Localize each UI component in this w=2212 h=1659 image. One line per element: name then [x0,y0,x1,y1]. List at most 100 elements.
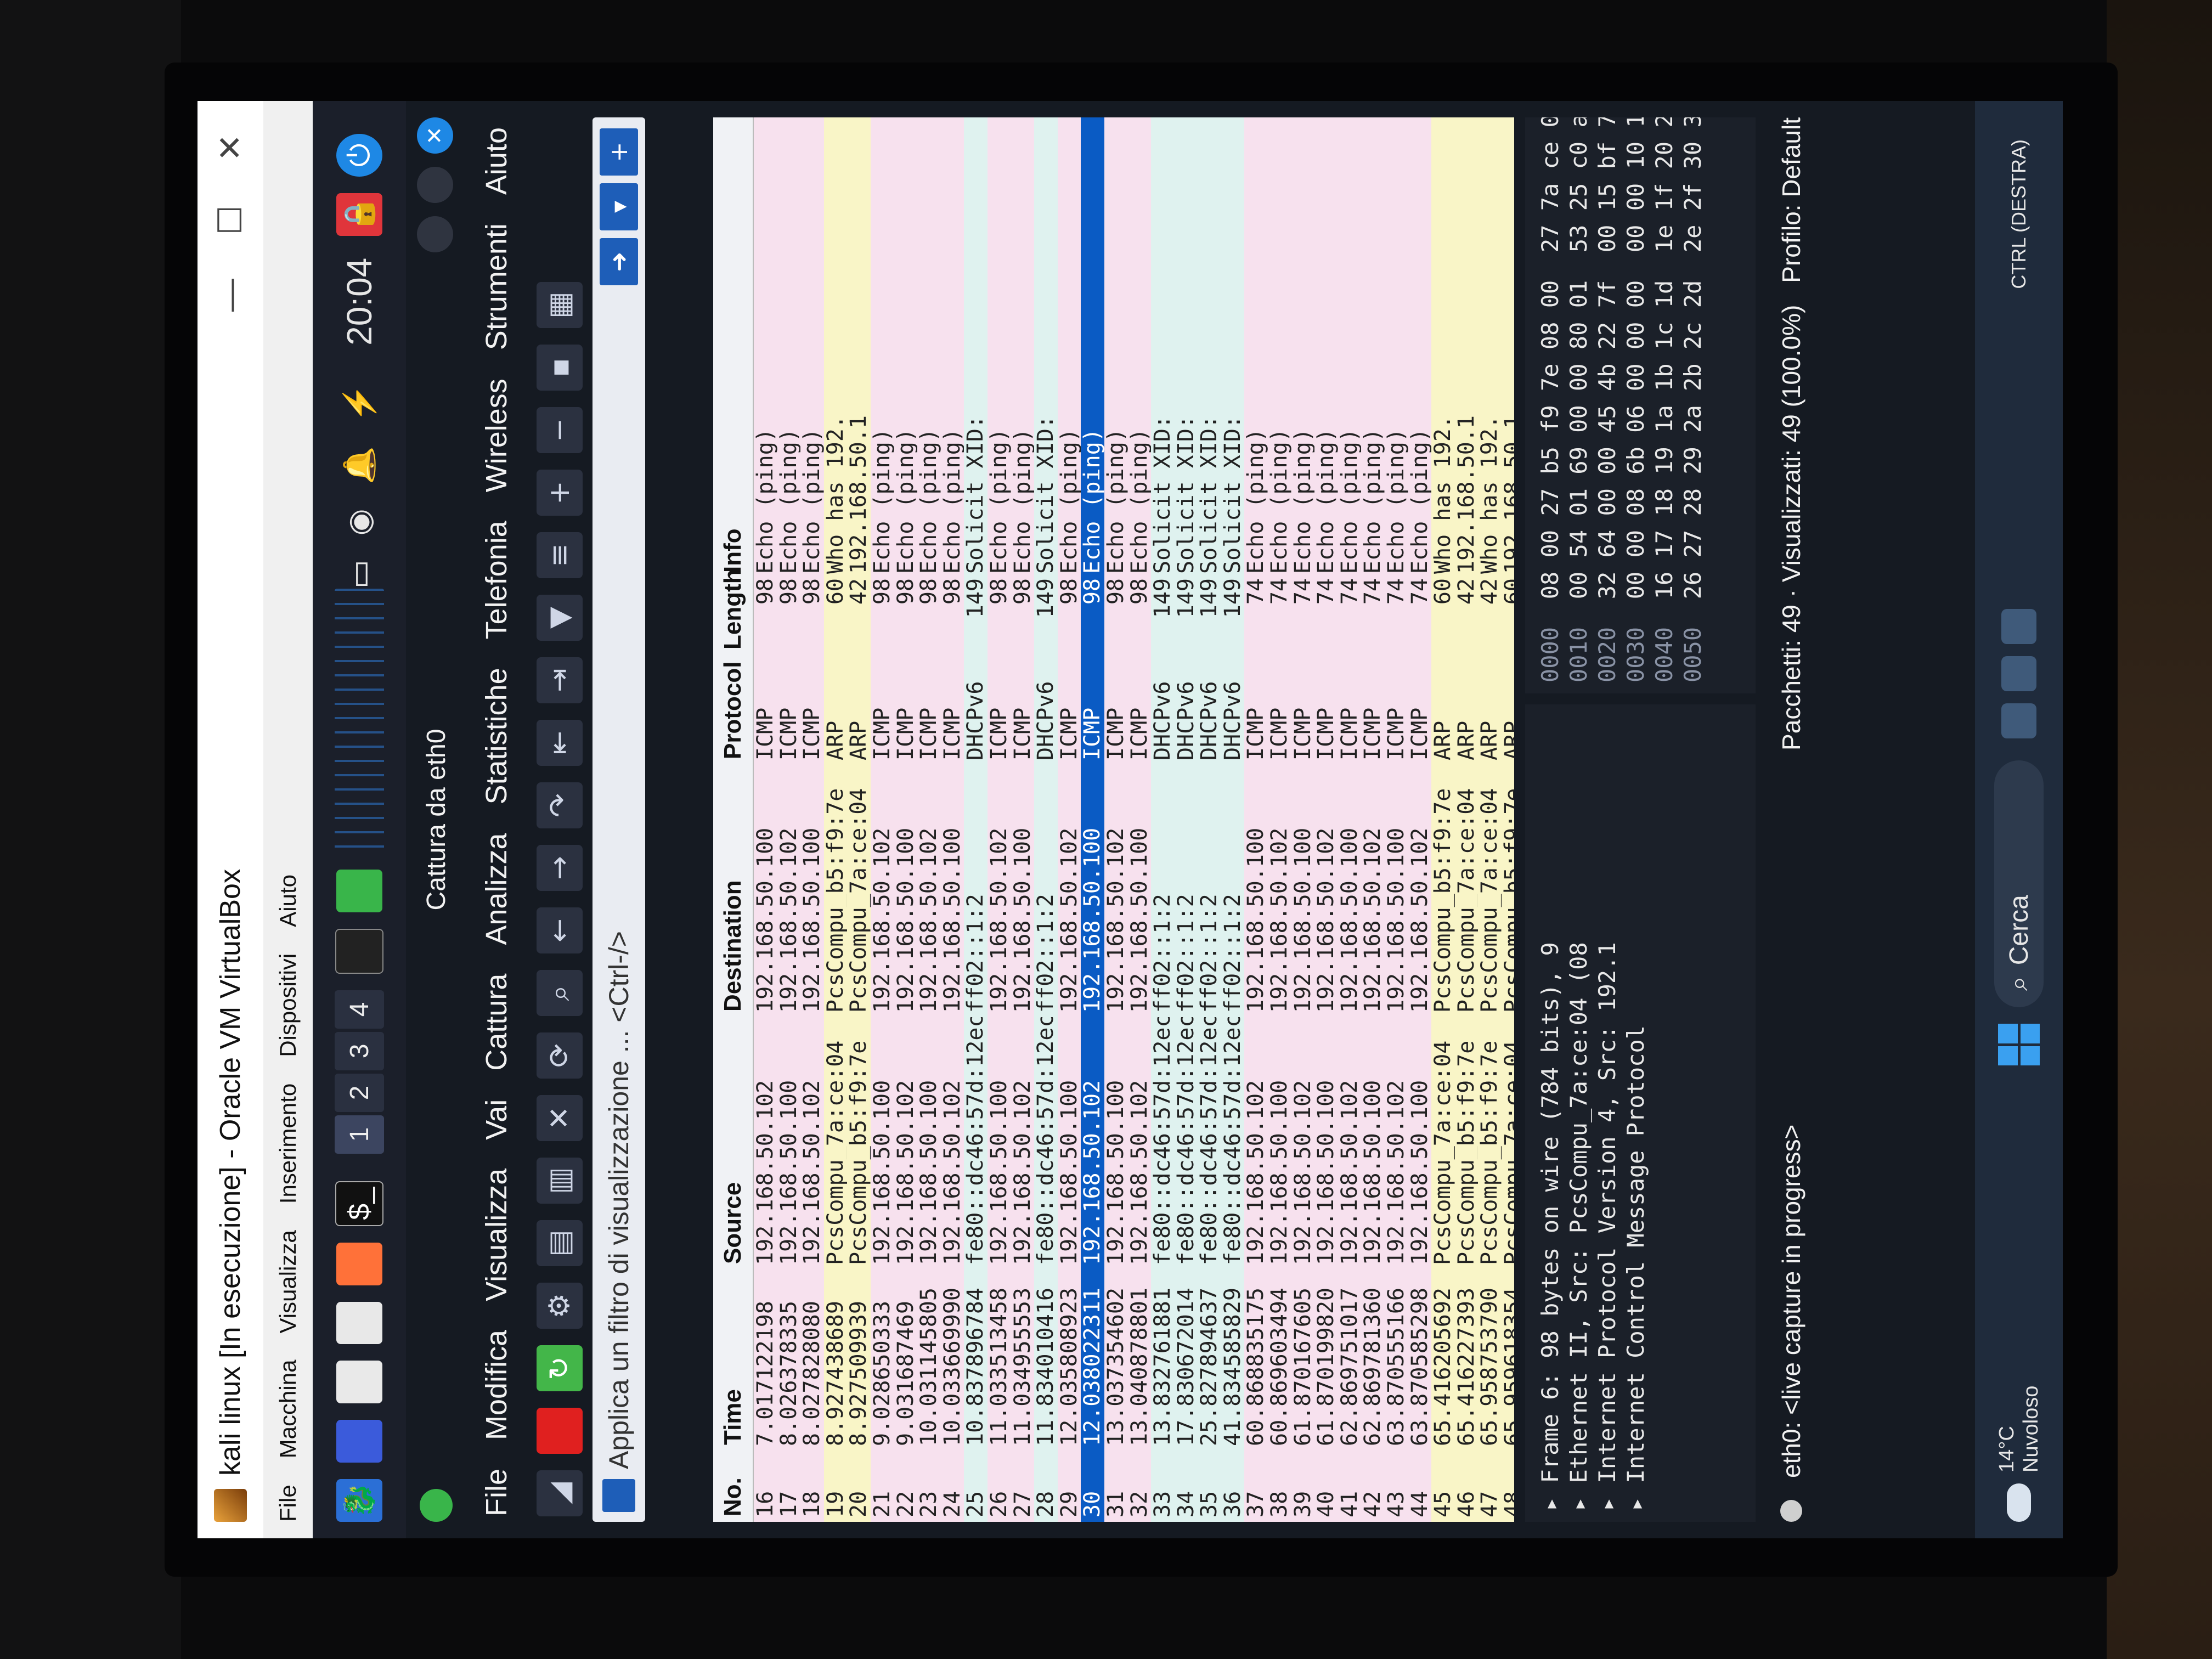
col-destination[interactable]: Destination [719,765,747,1017]
open-file-icon[interactable]: ▤ [537,1220,583,1266]
minimize-button[interactable]: — [211,279,250,312]
go-first-icon[interactable]: ⇤ [537,720,583,766]
add-filter-button-icon[interactable]: + [600,128,638,176]
zoom-in-icon[interactable]: + [537,470,583,516]
packet-row[interactable]: 21 9.028650333 192.168.50.100 192.168.50.10… [870,117,894,1522]
menu-edit[interactable]: Modifica [479,1330,514,1440]
packet-row[interactable]: 43 63.870555166 192.168.50.102 192.168.50.1… [1385,117,1408,1522]
packet-row[interactable]: 36 41.834585829 fe80::dc46:57d:12ec… ff02::… [1221,117,1245,1522]
save-file-icon[interactable]: ▥ [537,1158,583,1204]
menu-statistics[interactable]: Statistiche [479,668,514,804]
detail-tree-item[interactable]: ▸ Frame 6: 98 bytes on wire (784 bits), … [1536,715,1565,1511]
display-icon[interactable]: ▭ [341,560,377,589]
workspace-4[interactable]: 4 [335,990,384,1029]
packet-row[interactable]: 47 65.958753790 PcsCompu_b5:f9:7e PcsCompu_… [1478,117,1502,1522]
maximize-button[interactable]: ☐ [211,205,250,235]
taskbar-app-icon[interactable] [2001,703,2036,739]
packet-row[interactable]: 23 10.031145805 192.168.50.100 192.168.50.1… [917,117,941,1522]
terminal-icon[interactable]: $_ [335,1181,383,1226]
packet-row[interactable]: 46 65.416227393 PcsCompu_b5:f9:7e PcsCompu_… [1454,117,1479,1522]
packet-row[interactable]: 42 62.869781360 192.168.50.100 192.168.50.1… [1361,117,1385,1522]
close-file-icon[interactable]: ✕ [537,1095,583,1141]
col-time[interactable]: Time [719,1269,747,1451]
windows-start-icon[interactable] [1998,1024,2040,1066]
menu-view[interactable]: Visualizza [479,1169,514,1301]
go-to-packet-icon[interactable]: ↷ [537,782,583,828]
detail-tree-item[interactable]: ▸ Internet Protocol Version 4, Src: 192.… [1593,715,1622,1511]
network-icon[interactable]: ◉ [341,509,377,535]
vbox-menu-view[interactable]: Visualizza [275,1230,301,1333]
filter-bookmark-icon[interactable] [602,1479,635,1512]
display-filter-bar[interactable]: Applica un filtro di visualizzazione ...… [592,117,645,1522]
packet-details-pane[interactable]: ▸ Frame 6: 98 bytes on wire (784 bits), … [1525,704,1756,1522]
menu-wireless[interactable]: Wireless [479,379,514,492]
menu-file[interactable]: File [479,1469,514,1516]
taskbar-search[interactable]: ⌕ Cerca [1994,760,2044,1008]
resize-columns-icon[interactable]: ▦ [537,282,583,328]
terminal-window-icon[interactable] [335,928,383,974]
packet-row[interactable]: 22 9.031687469 192.168.50.102 192.168.50.10… [894,117,918,1522]
bytes-hex[interactable]: 16 17 18 19 1a 1b 1c 1d 1e 1f 20 21 22 2… [1651,117,1678,627]
workspace-3[interactable]: 3 [335,1031,384,1070]
ws-minimize-button[interactable] [417,216,453,252]
packet-row[interactable]: 44 63.870585298 192.168.50.100 192.168.50.1… [1408,117,1432,1522]
app-launcher-icon[interactable] [336,1420,382,1463]
packet-row[interactable]: 30 12.038022311 192.168.50.102 192.168.50.1… [1081,117,1104,1522]
text-editor-icon[interactable] [336,1301,382,1345]
find-packet-icon[interactable]: ⌕ [537,970,583,1016]
go-back-icon[interactable]: ← [537,907,583,953]
close-button[interactable]: ✕ [211,134,250,161]
col-length[interactable]: Length [719,569,747,655]
packet-row[interactable]: 41 62.869751017 192.168.50.102 192.168.50.1… [1338,117,1362,1522]
detail-tree-item[interactable]: ▸ Ethernet II, Src: PcsCompu_7a:ce:04 (0… [1565,715,1593,1511]
go-last-icon[interactable]: ⇥ [537,657,583,703]
profile-status[interactable]: Profilo: Default [1776,117,1806,283]
packet-row[interactable]: 29 12.035808923 192.168.50.100 192.168.50.1… [1057,117,1081,1522]
packet-row[interactable]: 16 7.017122198 192.168.50.102 192.168.50.10… [754,117,777,1522]
bytes-hex[interactable]: 08 00 27 b5 f9 7e 08 00 27 7a ce 04 08 0… [1537,117,1564,627]
start-capture-fin-icon[interactable]: ◢ [537,1470,583,1516]
wireshark-taskbar-icon[interactable] [336,870,382,912]
expert-info-icon[interactable] [1780,1500,1802,1522]
taskbar-app-icon[interactable] [2001,609,2036,645]
ws-maximize-button[interactable] [417,167,453,203]
reload-file-icon[interactable]: ⟳ [537,1032,583,1079]
autoscroll-icon[interactable]: ▼ [537,595,583,641]
col-protocol[interactable]: Protocol [719,655,747,765]
packet-row[interactable]: 48 65.959618354 PcsCompu_7a:ce:04 PcsCompu_… [1502,117,1514,1522]
packet-row[interactable]: 31 13.037354602 192.168.50.100 192.168.50.1… [1104,117,1128,1522]
stop-capture-icon[interactable] [537,1408,583,1454]
packet-row[interactable]: 34 17.830672014 fe80::dc46:57d:12ec… ff02::… [1174,117,1198,1522]
workspace-1[interactable]: 1 [335,1115,384,1154]
normal-size-icon[interactable]: ▪ [537,345,583,391]
packet-row[interactable]: 17 8.026378335 192.168.50.100 192.168.50.10… [777,117,801,1522]
packet-row[interactable]: 35 25.827894637 fe80::dc46:57d:12ec… ff02::… [1198,117,1221,1522]
col-info[interactable]: Info [719,128,747,578]
colorize-icon[interactable]: ≡ [537,532,583,578]
packet-row[interactable]: 39 61.870167605 192.168.50.102 192.168.50.1… [1291,117,1315,1522]
bytes-hex[interactable]: 32 64 00 00 45 4b 22 7f 00 15 bf 7e 0b 6… [1594,117,1621,627]
kali-dragon-menu-icon[interactable]: 🐉 [336,1479,382,1522]
packet-row[interactable]: 25 10.837896784 fe80::dc46:57d:12ec… ff02::… [964,117,988,1522]
notifications-bell-icon[interactable]: 🔔 [341,447,377,485]
apply-filter-arrow-icon[interactable]: ➜ [600,238,638,285]
col-no[interactable]: No. [719,1451,747,1522]
vbox-menu-devices[interactable]: Dispositivi [275,953,301,1057]
packet-bytes-pane[interactable]: 0000 08 00 27 b5 f9 7e 08 00 27 7a ce 04… [1525,117,1756,693]
panel-clock[interactable]: 20:04 [339,258,380,346]
bytes-hex[interactable]: 26 27 28 29 2a 2b 2c 2d 2e 2f 30 31 32 3… [1679,117,1706,627]
menu-capture[interactable]: Cattura [479,974,514,1071]
packet-row[interactable]: 45 65.416205692 PcsCompu_7a:ce:04 PcsCompu_… [1431,117,1455,1522]
restart-capture-icon[interactable]: ↻ [537,1345,583,1391]
menu-help[interactable]: Aiuto [479,127,514,195]
power-icon[interactable]: ⏻ [336,134,382,177]
lock-screen-icon[interactable]: 🔒 [336,193,382,236]
weather-widget[interactable]: 14°C Nuvoloso [1995,1386,2043,1522]
packet-row[interactable]: 26 11.033513458 192.168.50.100 192.168.50.1… [987,117,1011,1522]
col-source[interactable]: Source [719,1017,747,1269]
menu-analyze[interactable]: Analizza [479,833,514,945]
display-filter-input[interactable]: Applica un filtro di visualizzazione ...… [603,285,635,1469]
packet-list[interactable]: No. Time Source Destination Protocol Len… [713,117,1514,1522]
capture-options-gear-icon[interactable]: ⚙ [537,1283,583,1329]
packet-row[interactable]: 38 60.869603494 192.168.50.100 192.168.50.1… [1268,117,1291,1522]
